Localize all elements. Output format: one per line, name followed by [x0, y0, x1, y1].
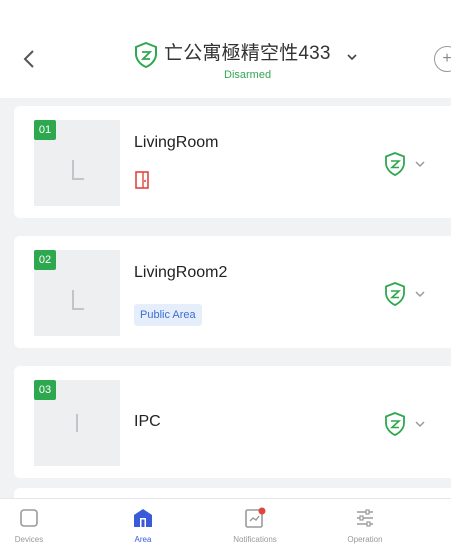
chevron-down-icon[interactable] — [414, 420, 426, 428]
tab-notifications[interactable]: Notifications — [210, 505, 300, 553]
tab-label: Notifications — [233, 535, 277, 544]
area-index-badge: 02 — [34, 250, 56, 270]
site-selector[interactable]: 亡公寓極精空性433 Disarmed — [130, 34, 370, 94]
add-circle-icon: + — [442, 50, 451, 67]
area-index-badge: 01 — [34, 120, 56, 140]
chevron-down-icon[interactable] — [414, 290, 426, 298]
area-name: LivingRoom2 — [134, 264, 228, 281]
tab-label: Area — [134, 535, 152, 544]
shield-icon — [135, 42, 157, 68]
area-tag: Public Area — [134, 304, 202, 326]
chevron-down-icon[interactable] — [414, 160, 426, 168]
thumbnail-placeholder-mark — [72, 290, 84, 310]
add-button[interactable]: + — [434, 46, 451, 72]
area-name: LivingRoom — [134, 134, 219, 151]
area-home-icon — [130, 505, 156, 531]
area-index-badge: 03 — [34, 380, 56, 400]
thumbnail-placeholder-mark — [76, 414, 78, 432]
area-name: IPC — [134, 413, 161, 430]
shield-icon[interactable] — [384, 152, 406, 176]
area-card[interactable]: 03 IPC — [14, 366, 451, 478]
site-title: 亡公寓極精空性433 — [164, 43, 331, 64]
area-card[interactable]: 01 LivingRoom — [14, 106, 451, 218]
tab-devices[interactable]: Devices — [0, 505, 74, 553]
back-button[interactable] — [18, 44, 40, 74]
bottom-tab-bar: Devices Area Notifications Operation — [0, 498, 451, 556]
operation-sliders-icon — [352, 505, 378, 531]
shield-icon[interactable] — [384, 412, 406, 436]
chevron-left-icon — [23, 50, 34, 68]
tab-label: Devices — [14, 535, 44, 544]
chevron-down-icon — [347, 54, 357, 61]
app-screen: 亡公寓極精空性433 Disarmed + 01 LivingRoom 02 L… — [0, 0, 451, 556]
arm-status: Disarmed — [224, 69, 272, 81]
tab-operation[interactable]: Operation — [320, 505, 410, 553]
shield-icon[interactable] — [384, 282, 406, 306]
thumbnail-placeholder-mark — [72, 160, 84, 180]
tab-label: Operation — [347, 535, 383, 544]
area-card[interactable]: 02 LivingRoom2 Public Area — [14, 236, 451, 348]
door-icon — [135, 171, 149, 189]
notifications-icon — [242, 505, 268, 531]
devices-icon — [16, 505, 42, 531]
top-bar: 亡公寓極精空性433 Disarmed + — [0, 0, 451, 98]
tab-area[interactable]: Area — [98, 505, 188, 553]
